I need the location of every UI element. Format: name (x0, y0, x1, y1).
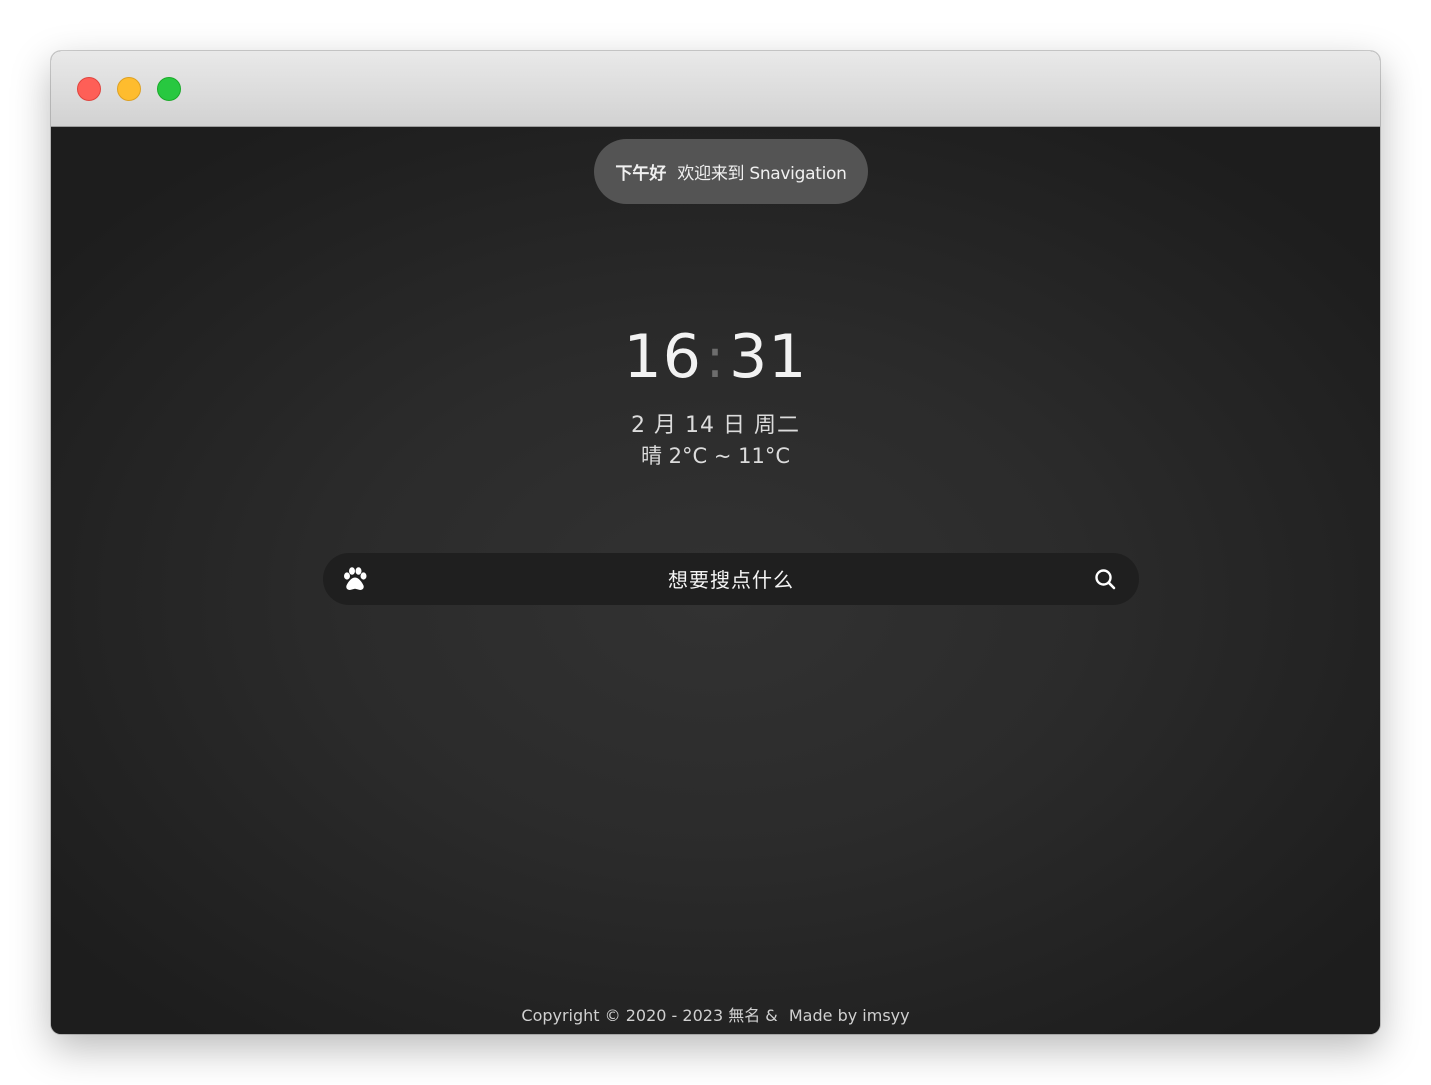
clock-minute: 31 (729, 322, 808, 392)
made-by-link[interactable]: Made by imsyy (789, 1006, 910, 1025)
page-content: 下午好 欢迎来到 Snavigation 16:31 2 月 14 日 周二 晴… (51, 127, 1380, 1034)
clock[interactable]: 16:31 (51, 322, 1380, 392)
baidu-paw-icon[interactable] (341, 566, 369, 592)
footer: Copyright © 2020 - 2023 無名 & Made by ims… (51, 1002, 1380, 1026)
search-icon[interactable] (1093, 567, 1117, 591)
copyright-text[interactable]: Copyright © 2020 - 2023 無名 & (521, 1006, 777, 1025)
search-input[interactable] (393, 553, 1069, 607)
greeting-message: 欢迎来到 Snavigation (677, 164, 847, 184)
search-bar (323, 553, 1139, 607)
title-bar (51, 51, 1380, 127)
date-display: 2 月 14 日 周二 (631, 413, 800, 438)
maximize-window-button[interactable] (157, 77, 181, 101)
greeting-pill[interactable]: 下午好 欢迎来到 Snavigation (594, 139, 868, 204)
greeting-time-of-day: 下午好 (615, 164, 667, 184)
browser-window: 下午好 欢迎来到 Snavigation 16:31 2 月 14 日 周二 晴… (51, 51, 1380, 1034)
minimize-window-button[interactable] (117, 77, 141, 101)
clock-separator: : (705, 327, 726, 390)
clock-hour: 16 (623, 322, 702, 392)
close-window-button[interactable] (77, 77, 101, 101)
weather-display: 晴 2°C ~ 11°C (640, 444, 791, 468)
